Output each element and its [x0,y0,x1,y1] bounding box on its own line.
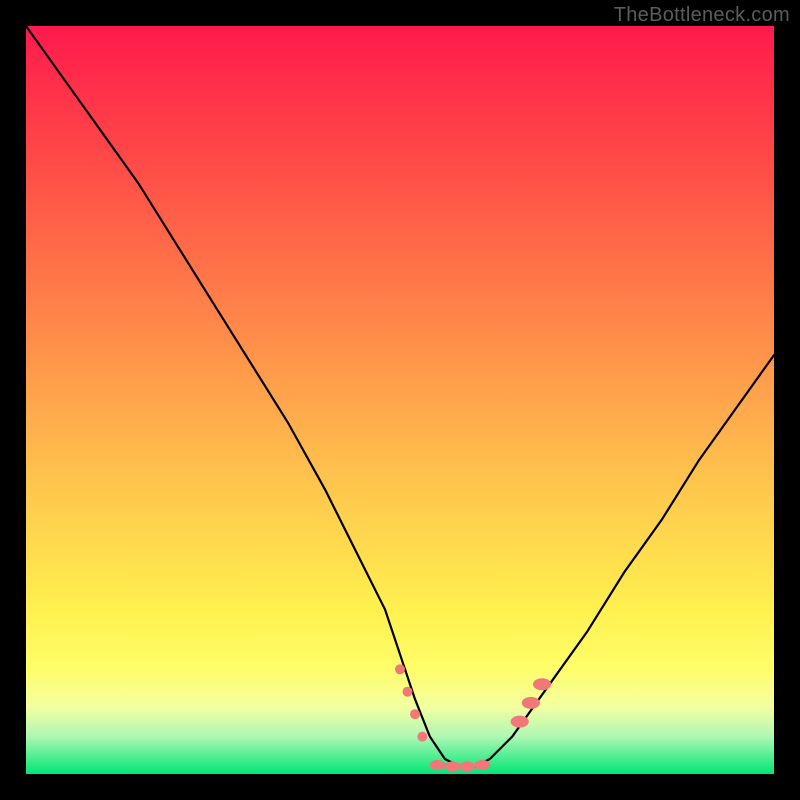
curve-marker [445,761,461,771]
curve-marker [410,709,420,719]
bottleneck-curve-line [26,26,774,767]
curve-marker [395,664,405,674]
curve-marker [522,697,540,709]
curve-marker [511,716,529,728]
curve-marker [533,678,551,690]
curve-marker [430,760,446,770]
curve-markers [395,664,551,771]
bottleneck-chart-svg [26,26,774,774]
watermark-text: TheBottleneck.com [614,4,790,27]
curve-marker [475,760,491,770]
curve-marker [417,732,427,742]
chart-plot-area [26,26,774,774]
curve-marker [460,761,476,771]
curve-marker [403,687,413,697]
